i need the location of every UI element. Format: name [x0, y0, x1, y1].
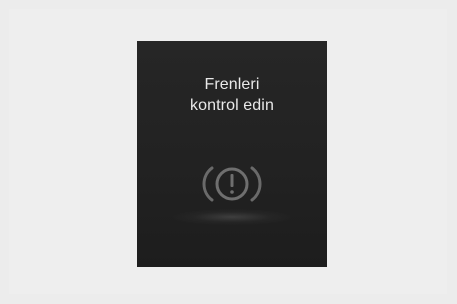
brake-warning-icon — [202, 166, 262, 202]
warning-message-line-1: Frenleri — [204, 76, 260, 93]
display-glow — [172, 209, 292, 225]
warning-display: Frenleri kontrol edin — [137, 41, 327, 267]
warning-message: Frenleri kontrol edin — [137, 74, 327, 116]
warning-message-line-2: kontrol edin — [190, 97, 274, 114]
